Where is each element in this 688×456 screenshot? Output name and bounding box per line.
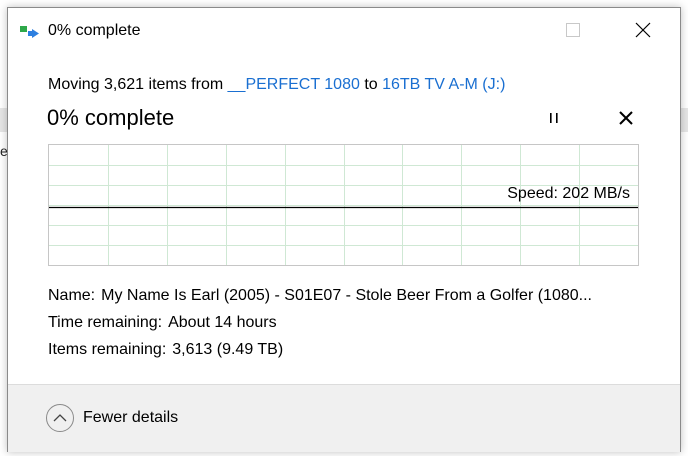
name-label: Name: [48, 287, 96, 304]
maximize-button[interactable] [550, 8, 596, 56]
transfer-connector: to [364, 76, 378, 93]
title-bar[interactable]: 0% complete [8, 8, 680, 56]
fewer-details-label: Fewer details [83, 409, 179, 426]
progress-heading: 0% complete [47, 105, 175, 130]
cancel-icon [619, 110, 633, 130]
destination-drive-link[interactable]: 16TB TV A-M (J:) [382, 76, 505, 93]
copy-progress-dialog: 0% complete Moving 3,621 items from __PE… [7, 7, 681, 452]
maximize-icon [566, 22, 580, 42]
pause-icon [548, 111, 560, 129]
items-remaining-value: 3,613 (9.49 TB) [172, 341, 284, 358]
chevron-up-icon [46, 404, 74, 432]
time-remaining-value: About 14 hours [168, 314, 277, 331]
pause-button[interactable] [542, 108, 566, 132]
transfer-prefix: Moving 3,621 items from [48, 76, 224, 93]
speed-label: Speed: 202 MB/s [507, 185, 630, 202]
dialog-footer: Fewer details [8, 384, 680, 452]
minimize-button[interactable] [480, 8, 526, 56]
items-remaining-label: Items remaining: [48, 341, 167, 358]
transfer-summary: Moving 3,621 items from __PERFECT 1080 t… [48, 76, 505, 94]
close-icon [635, 22, 651, 43]
cancel-button[interactable] [614, 108, 638, 132]
close-button[interactable] [620, 8, 666, 56]
time-remaining-label: Time remaining: [48, 314, 163, 331]
file-move-icon [20, 24, 40, 40]
speed-graph-canvas [49, 145, 638, 265]
name-value: My Name Is Earl (2005) - S01E07 - Stole … [101, 287, 592, 304]
minimize-icon [497, 23, 509, 41]
source-folder-link[interactable]: __PERFECT 1080 [228, 76, 360, 93]
detail-row-items-remaining: Items remaining: 3,613 (9.49 TB) [48, 341, 283, 359]
window-title: 0% complete [48, 22, 141, 39]
fewer-details-button[interactable]: Fewer details [46, 403, 178, 433]
speed-graph: Speed: 202 MB/s [48, 144, 639, 266]
detail-row-name: Name: My Name Is Earl (2005) - S01E07 - S… [48, 287, 592, 305]
detail-row-time-remaining: Time remaining: About 14 hours [48, 314, 277, 332]
